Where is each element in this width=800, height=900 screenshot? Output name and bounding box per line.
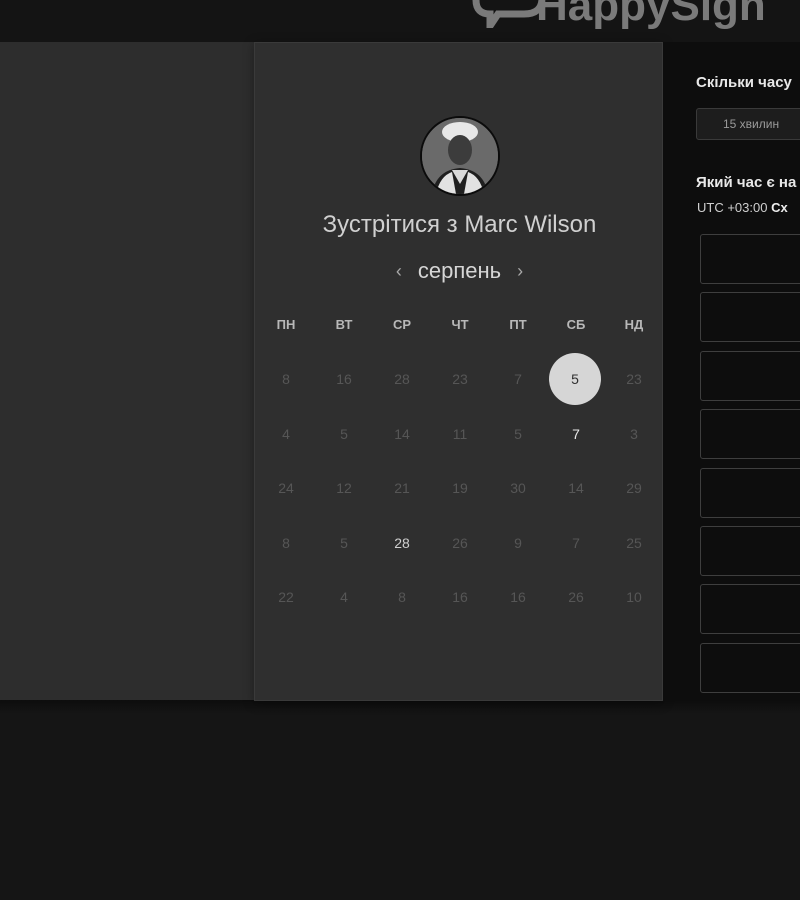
backdrop-shadow <box>0 700 800 714</box>
calendar-day: 8 <box>282 535 290 551</box>
calendar-day: 11 <box>452 426 468 442</box>
speech-bubble-logo-icon <box>472 0 542 28</box>
calendar-day: 30 <box>510 480 526 496</box>
weekday-sat: СБ <box>566 317 586 332</box>
schedule-panel: Скільки часу 15 хвилин Який час є на UTC… <box>663 42 800 701</box>
chevron-right-icon[interactable]: › <box>509 261 531 282</box>
chevron-left-icon[interactable]: ‹ <box>388 261 410 282</box>
calendar-day: 21 <box>394 480 410 496</box>
timezone-name: Сх <box>771 200 788 215</box>
time-slot-button[interactable] <box>700 467 800 518</box>
title-prefix: Зустрітися з <box>322 211 465 238</box>
calendar-day-available[interactable]: 7 <box>556 426 596 442</box>
calendar-day: 24 <box>278 480 294 496</box>
avatar-portrait-icon <box>422 118 498 194</box>
weekday-wed: СР <box>392 317 412 332</box>
calendar-day: 3 <box>630 426 638 442</box>
calendar-day: 7 <box>514 371 522 387</box>
calendar-day-selected[interactable]: 5 <box>549 353 601 405</box>
brand-logo[interactable]: HappySign <box>470 0 766 28</box>
time-slot-button[interactable] <box>700 350 800 401</box>
calendar-day: 26 <box>568 589 584 605</box>
meeting-title: Зустрітися з Marc Wilson <box>255 211 664 239</box>
calendar-day: 19 <box>452 480 468 496</box>
calendar-day: 5 <box>340 426 348 442</box>
calendar-day: 28 <box>394 371 410 387</box>
calendar-day: 16 <box>510 589 526 605</box>
calendar-day: 16 <box>452 589 468 605</box>
duration-question: Скільки часу <box>696 74 792 91</box>
calendar-day: 8 <box>398 589 406 605</box>
month-navigation: ‹ серпень › <box>255 258 664 284</box>
calendar-day: 16 <box>336 371 352 387</box>
weekday-tue: ВТ <box>335 317 353 332</box>
timezone-offset: UTC +03:00 <box>697 200 768 215</box>
current-month: серпень <box>417 258 502 283</box>
time-question: Який час є на <box>696 174 797 191</box>
calendar-day: 4 <box>282 426 290 442</box>
calendar-day: 23 <box>626 371 642 387</box>
time-slot-button[interactable] <box>700 584 800 635</box>
calendar-day: 29 <box>626 480 642 496</box>
weekday-sun: НД <box>624 317 644 332</box>
weekday-fri: ПТ <box>509 317 527 332</box>
calendar-day: 22 <box>278 589 294 605</box>
time-slot-button[interactable] <box>700 234 800 284</box>
timezone-label[interactable]: UTC +03:00 Сх <box>697 200 788 215</box>
brand-name: HappySign <box>536 0 766 30</box>
duration-option-button[interactable]: 15 хвилин <box>696 108 800 140</box>
calendar-day: 23 <box>452 371 468 387</box>
time-slot-button[interactable] <box>700 292 800 343</box>
calendar-day: 14 <box>568 480 584 496</box>
calendar-day: 7 <box>572 535 580 551</box>
weekday-mon: ПН <box>276 317 296 332</box>
calendar-day: 9 <box>514 535 522 551</box>
calendar-day: 4 <box>340 589 348 605</box>
time-slot-button[interactable] <box>700 409 800 460</box>
host-avatar <box>420 116 500 196</box>
calendar-day: 10 <box>626 589 642 605</box>
host-name: Marc Wilson <box>464 211 597 238</box>
calendar-day: 8 <box>282 371 290 387</box>
calendar-day: 5 <box>340 535 348 551</box>
weekday-thu: ЧТ <box>451 317 469 332</box>
calendar-day: 12 <box>336 480 352 496</box>
time-slot-button[interactable] <box>700 526 800 576</box>
calendar-day: 14 <box>394 426 410 442</box>
time-slot-button[interactable] <box>700 642 800 693</box>
calendar-day: 26 <box>452 535 468 551</box>
top-bar: HappySign <box>0 0 800 42</box>
calendar-day-available[interactable]: 28 <box>382 535 422 551</box>
calendar-day: 25 <box>626 535 642 551</box>
calendar-day: 5 <box>514 426 522 442</box>
booking-calendar-panel: Зустрітися з Marc Wilson ‹ серпень › ПН … <box>254 42 663 701</box>
